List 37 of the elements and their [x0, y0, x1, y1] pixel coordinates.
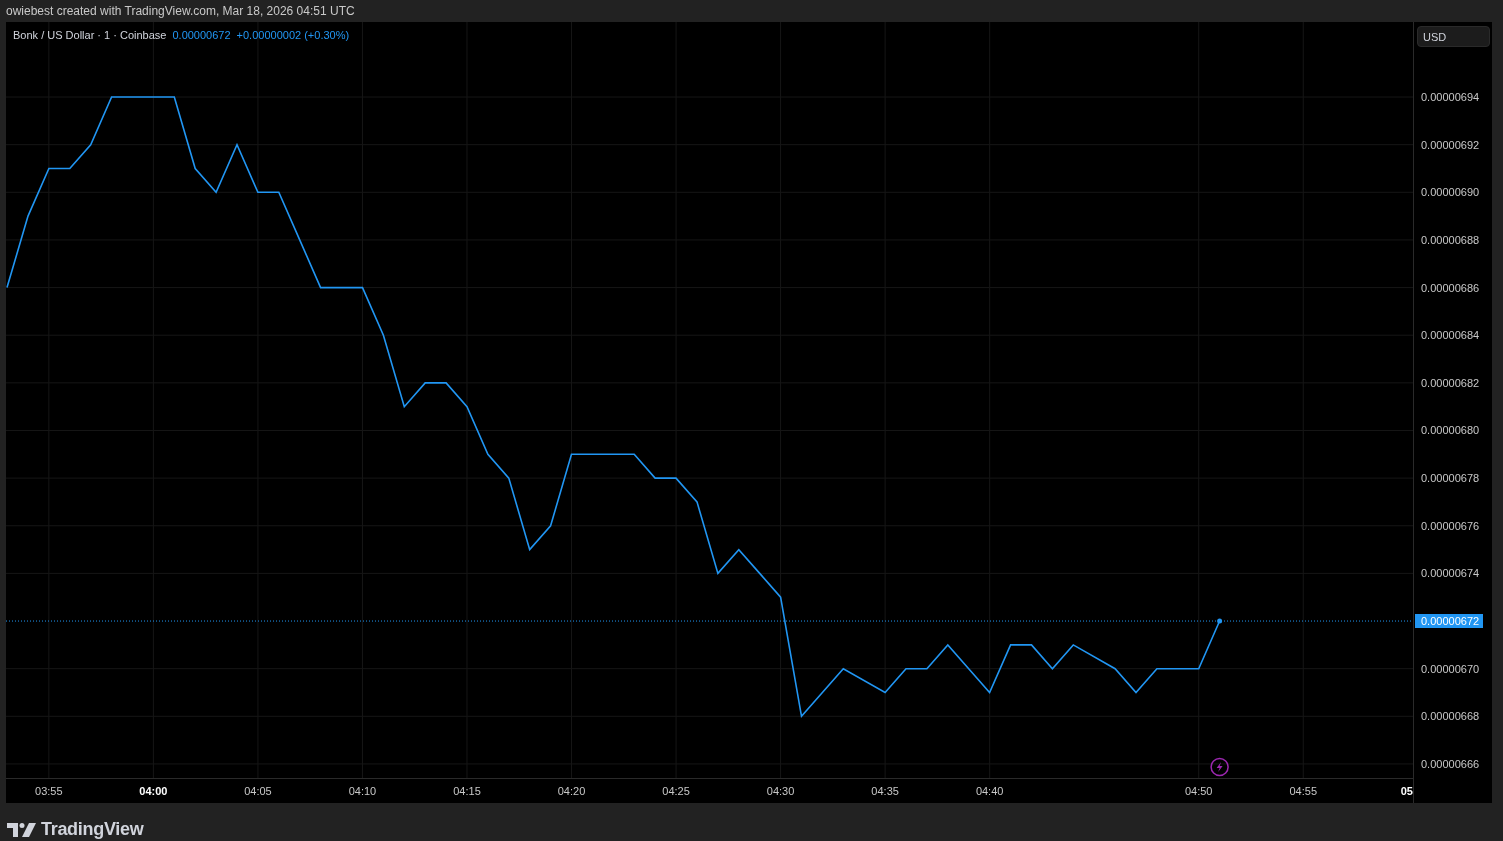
- last-price-tag: 0.00000672: [1415, 614, 1484, 629]
- time-label: 04:35: [871, 785, 899, 797]
- price-label: 0.00000680: [1421, 423, 1480, 438]
- price-label: 0.00000674: [1421, 566, 1480, 581]
- time-label: 04:25: [662, 785, 690, 797]
- symbol-title[interactable]: Bonk / US Dollar · 1 · Coinbase: [13, 29, 167, 41]
- currency-button[interactable]: USD: [1417, 26, 1490, 47]
- last-price-value: 0.00000672: [172, 29, 231, 41]
- logo-wordmark: TradingView: [41, 819, 144, 840]
- price-label: 0.00000666: [1421, 756, 1480, 771]
- price-label: 0.00000684: [1421, 328, 1480, 343]
- time-label: 04:15: [453, 785, 481, 797]
- time-label: 05: [1400, 785, 1413, 797]
- logo-icon: [7, 822, 36, 837]
- lightning-icon[interactable]: [1210, 757, 1229, 777]
- price-label: 0.00000690: [1421, 185, 1480, 200]
- price-label: 0.00000682: [1421, 375, 1480, 390]
- price-label: 0.00000676: [1421, 518, 1480, 533]
- price-label: 0.00000678: [1421, 471, 1480, 486]
- price-label: 0.00000692: [1421, 137, 1480, 152]
- price-label: 0.00000686: [1421, 280, 1480, 295]
- time-label: 04:55: [1289, 785, 1317, 797]
- price-label: 0.00000670: [1421, 661, 1480, 676]
- price-label: 0.00000694: [1421, 90, 1480, 104]
- time-label: 04:40: [975, 785, 1004, 797]
- price-label: 0.00000688: [1421, 232, 1480, 247]
- time-label: 04:05: [244, 785, 272, 797]
- time-label: 04:20: [557, 785, 586, 797]
- time-label: 03:55: [35, 785, 63, 797]
- price-change-value: +0.00000002 (+0.30%): [236, 29, 350, 41]
- time-label: 04:30: [766, 785, 795, 797]
- last-price-dot: [1217, 618, 1223, 624]
- time-label: 04:50: [1184, 785, 1213, 797]
- attribution-caption: owiebest created with TradingView.com, Mar 18, 2026 04:51 UTC: [6, 4, 355, 18]
- time-label: 04:10: [348, 785, 377, 797]
- time-label: 04:00: [139, 785, 168, 797]
- price-label: 0.00000668: [1421, 709, 1480, 724]
